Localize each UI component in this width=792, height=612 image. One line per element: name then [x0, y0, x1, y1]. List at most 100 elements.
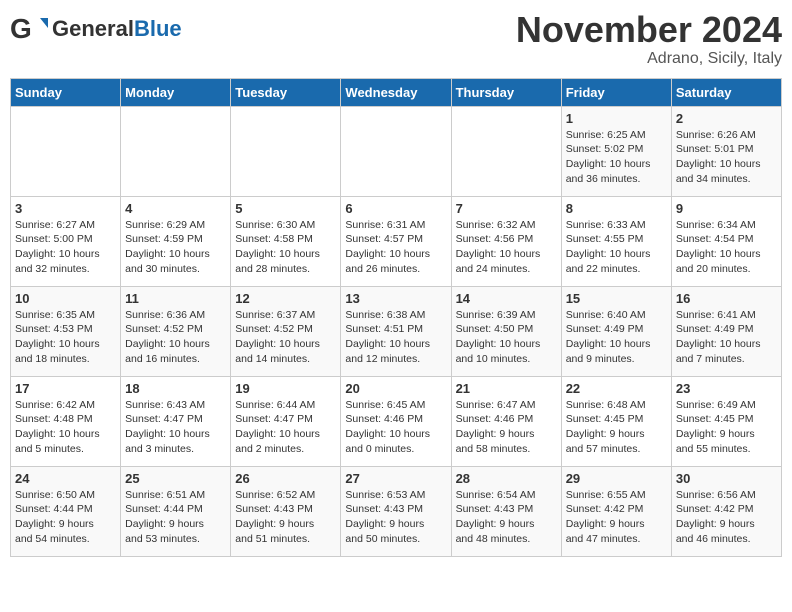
day-number: 24: [15, 471, 116, 486]
day-info: Sunrise: 6:56 AM Sunset: 4:42 PM Dayligh…: [676, 488, 777, 547]
day-info: Sunrise: 6:31 AM Sunset: 4:57 PM Dayligh…: [345, 218, 446, 277]
logo-icon: G: [10, 10, 48, 48]
day-number: 26: [235, 471, 336, 486]
calendar-cell: 13 Sunrise: 6:38 AM Sunset: 4:51 PM Dayli…: [341, 286, 451, 376]
calendar-week-row: 3 Sunrise: 6:27 AM Sunset: 5:00 PM Daylig…: [11, 196, 782, 286]
day-number: 18: [125, 381, 226, 396]
calendar-cell: 11Sunrise: 6:36 AM Sunset: 4:52 PM Dayli…: [121, 286, 231, 376]
calendar-cell: 20 Sunrise: 6:45 AM Sunset: 4:46 PM Dayli…: [341, 376, 451, 466]
calendar-cell: 7 Sunrise: 6:32 AM Sunset: 4:56 PM Daylig…: [451, 196, 561, 286]
day-number: 8: [566, 201, 667, 216]
calendar-cell: 3 Sunrise: 6:27 AM Sunset: 5:00 PM Daylig…: [11, 196, 121, 286]
weekday-header-cell: Thursday: [451, 78, 561, 106]
weekday-header-row: SundayMondayTuesdayWednesdayThursdayFrid…: [11, 78, 782, 106]
day-number: 28: [456, 471, 557, 486]
calendar-cell: 17 Sunrise: 6:42 AM Sunset: 4:48 PM Dayli…: [11, 376, 121, 466]
weekday-header-cell: Tuesday: [231, 78, 341, 106]
calendar-cell: [121, 106, 231, 196]
weekday-header-cell: Friday: [561, 78, 671, 106]
day-number: 16: [676, 291, 777, 306]
calendar-cell: 29 Sunrise: 6:55 AM Sunset: 4:42 PM Dayli…: [561, 466, 671, 556]
day-info: Sunrise: 6:27 AM Sunset: 5:00 PM Dayligh…: [15, 218, 116, 277]
day-info: Sunrise: 6:39 AM Sunset: 4:50 PM Dayligh…: [456, 308, 557, 367]
day-number: 25: [125, 471, 226, 486]
day-number: 21: [456, 381, 557, 396]
day-info: Sunrise: 6:34 AM Sunset: 4:54 PM Dayligh…: [676, 218, 777, 277]
calendar-body: 1 Sunrise: 6:25 AM Sunset: 5:02 PM Daylig…: [11, 106, 782, 556]
day-number: 14: [456, 291, 557, 306]
calendar-cell: 14 Sunrise: 6:39 AM Sunset: 4:50 PM Dayli…: [451, 286, 561, 376]
month-title: November 2024: [516, 10, 782, 50]
calendar-cell: 6 Sunrise: 6:31 AM Sunset: 4:57 PM Daylig…: [341, 196, 451, 286]
day-number: 12: [235, 291, 336, 306]
calendar-cell: 15 Sunrise: 6:40 AM Sunset: 4:49 PM Dayli…: [561, 286, 671, 376]
day-number: 4: [125, 201, 226, 216]
day-number: 3: [15, 201, 116, 216]
day-info: Sunrise: 6:48 AM Sunset: 4:45 PM Dayligh…: [566, 398, 667, 457]
logo-general: General: [52, 16, 134, 41]
logo: G GeneralBlue: [10, 10, 182, 48]
day-number: 5: [235, 201, 336, 216]
calendar-cell: 27 Sunrise: 6:53 AM Sunset: 4:43 PM Dayli…: [341, 466, 451, 556]
day-info: Sunrise: 6:50 AM Sunset: 4:44 PM Dayligh…: [15, 488, 116, 547]
day-info: Sunrise: 6:40 AM Sunset: 4:49 PM Dayligh…: [566, 308, 667, 367]
calendar-cell: 22Sunrise: 6:48 AM Sunset: 4:45 PM Dayli…: [561, 376, 671, 466]
weekday-header-cell: Saturday: [671, 78, 781, 106]
page-header: G GeneralBlue November 2024 Adrano, Sici…: [10, 10, 782, 68]
calendar-cell: 10Sunrise: 6:35 AM Sunset: 4:53 PM Dayli…: [11, 286, 121, 376]
calendar-cell: 23Sunrise: 6:49 AM Sunset: 4:45 PM Dayli…: [671, 376, 781, 466]
calendar-cell: 9 Sunrise: 6:34 AM Sunset: 4:54 PM Daylig…: [671, 196, 781, 286]
day-info: Sunrise: 6:42 AM Sunset: 4:48 PM Dayligh…: [15, 398, 116, 457]
day-info: Sunrise: 6:41 AM Sunset: 4:49 PM Dayligh…: [676, 308, 777, 367]
day-info: Sunrise: 6:53 AM Sunset: 4:43 PM Dayligh…: [345, 488, 446, 547]
calendar-cell: [231, 106, 341, 196]
calendar-week-row: 1 Sunrise: 6:25 AM Sunset: 5:02 PM Daylig…: [11, 106, 782, 196]
calendar-cell: 25 Sunrise: 6:51 AM Sunset: 4:44 PM Dayli…: [121, 466, 231, 556]
day-info: Sunrise: 6:38 AM Sunset: 4:51 PM Dayligh…: [345, 308, 446, 367]
calendar-cell: 30Sunrise: 6:56 AM Sunset: 4:42 PM Dayli…: [671, 466, 781, 556]
day-number: 2: [676, 111, 777, 126]
calendar-cell: 18Sunrise: 6:43 AM Sunset: 4:47 PM Dayli…: [121, 376, 231, 466]
day-info: Sunrise: 6:45 AM Sunset: 4:46 PM Dayligh…: [345, 398, 446, 457]
location-subtitle: Adrano, Sicily, Italy: [516, 50, 782, 68]
day-info: Sunrise: 6:32 AM Sunset: 4:56 PM Dayligh…: [456, 218, 557, 277]
calendar-cell: [11, 106, 121, 196]
title-block: November 2024 Adrano, Sicily, Italy: [516, 10, 782, 68]
calendar-cell: 21 Sunrise: 6:47 AM Sunset: 4:46 PM Dayli…: [451, 376, 561, 466]
day-info: Sunrise: 6:51 AM Sunset: 4:44 PM Dayligh…: [125, 488, 226, 547]
calendar-week-row: 10Sunrise: 6:35 AM Sunset: 4:53 PM Dayli…: [11, 286, 782, 376]
calendar-week-row: 17 Sunrise: 6:42 AM Sunset: 4:48 PM Dayli…: [11, 376, 782, 466]
day-number: 27: [345, 471, 446, 486]
logo-blue: Blue: [134, 16, 182, 41]
weekday-header-cell: Wednesday: [341, 78, 451, 106]
calendar-cell: 24 Sunrise: 6:50 AM Sunset: 4:44 PM Dayli…: [11, 466, 121, 556]
day-number: 17: [15, 381, 116, 396]
day-info: Sunrise: 6:47 AM Sunset: 4:46 PM Dayligh…: [456, 398, 557, 457]
day-number: 6: [345, 201, 446, 216]
day-info: Sunrise: 6:29 AM Sunset: 4:59 PM Dayligh…: [125, 218, 226, 277]
day-info: Sunrise: 6:52 AM Sunset: 4:43 PM Dayligh…: [235, 488, 336, 547]
day-number: 9: [676, 201, 777, 216]
day-number: 1: [566, 111, 667, 126]
day-number: 23: [676, 381, 777, 396]
calendar-cell: [341, 106, 451, 196]
day-info: Sunrise: 6:30 AM Sunset: 4:58 PM Dayligh…: [235, 218, 336, 277]
day-info: Sunrise: 6:36 AM Sunset: 4:52 PM Dayligh…: [125, 308, 226, 367]
day-number: 29: [566, 471, 667, 486]
calendar-cell: 2Sunrise: 6:26 AM Sunset: 5:01 PM Daylig…: [671, 106, 781, 196]
day-number: 7: [456, 201, 557, 216]
day-number: 13: [345, 291, 446, 306]
day-info: Sunrise: 6:35 AM Sunset: 4:53 PM Dayligh…: [15, 308, 116, 367]
day-number: 15: [566, 291, 667, 306]
calendar-cell: 1 Sunrise: 6:25 AM Sunset: 5:02 PM Daylig…: [561, 106, 671, 196]
calendar-table: SundayMondayTuesdayWednesdayThursdayFrid…: [10, 78, 782, 557]
weekday-header-cell: Monday: [121, 78, 231, 106]
calendar-cell: 26 Sunrise: 6:52 AM Sunset: 4:43 PM Dayli…: [231, 466, 341, 556]
calendar-cell: 19Sunrise: 6:44 AM Sunset: 4:47 PM Dayli…: [231, 376, 341, 466]
day-info: Sunrise: 6:44 AM Sunset: 4:47 PM Dayligh…: [235, 398, 336, 457]
day-number: 20: [345, 381, 446, 396]
calendar-cell: 5 Sunrise: 6:30 AM Sunset: 4:58 PM Daylig…: [231, 196, 341, 286]
day-info: Sunrise: 6:25 AM Sunset: 5:02 PM Dayligh…: [566, 128, 667, 187]
day-info: Sunrise: 6:55 AM Sunset: 4:42 PM Dayligh…: [566, 488, 667, 547]
calendar-cell: [451, 106, 561, 196]
